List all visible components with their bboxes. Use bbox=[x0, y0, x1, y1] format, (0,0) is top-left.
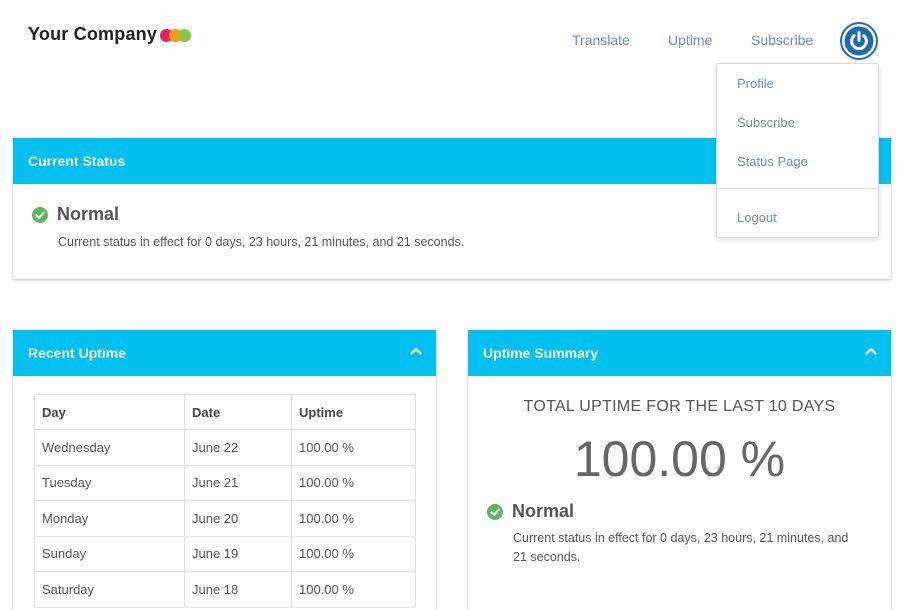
cell-date: June 19 bbox=[184, 535, 292, 572]
cell-uptime: 100.00 % bbox=[291, 571, 416, 608]
summary-status-label: Normal bbox=[512, 501, 575, 521]
power-icon bbox=[842, 24, 876, 58]
cell-day: Wednesday bbox=[34, 429, 185, 466]
cell-uptime: 100.00 % bbox=[291, 464, 416, 501]
column-header-day: Day bbox=[34, 394, 185, 430]
menu-item-logout[interactable]: Logout bbox=[737, 210, 777, 225]
nav-translate-link[interactable]: Translate bbox=[572, 32, 630, 48]
cell-date: June 21 bbox=[184, 464, 292, 501]
recent-uptime-title: Recent Uptime bbox=[28, 345, 127, 361]
cell-day: Sunday bbox=[34, 535, 185, 572]
cell-uptime: 100.00 % bbox=[291, 500, 416, 537]
summary-status-description: Current status in effect for 0 days, 23 … bbox=[513, 531, 849, 564]
cell-date: June 22 bbox=[184, 429, 292, 466]
chevron-up-icon[interactable] bbox=[865, 346, 877, 356]
cell-date: June 20 bbox=[184, 500, 292, 537]
brand-dot-green bbox=[178, 29, 192, 42]
current-status-description: Current status in effect for 0 days, 23 … bbox=[58, 235, 465, 249]
table-row: Sunday June 19 100.00 % bbox=[34, 535, 416, 572]
user-dropdown-menu: Profile Subscribe Status Page Logout bbox=[716, 63, 879, 238]
recent-uptime-panel: Recent Uptime Day Date Uptime Wednesday … bbox=[13, 330, 436, 610]
menu-item-status-page[interactable]: Status Page bbox=[737, 154, 808, 169]
brand-name: Your Company bbox=[28, 24, 158, 44]
menu-item-subscribe[interactable]: Subscribe bbox=[737, 115, 795, 130]
table-row: Tuesday June 21 100.00 % bbox=[34, 464, 416, 501]
column-header-date: Date bbox=[184, 394, 292, 430]
nav-uptime-link[interactable]: Uptime bbox=[668, 32, 712, 48]
user-menu-button[interactable] bbox=[840, 22, 878, 60]
current-status-label: Normal bbox=[57, 204, 120, 224]
uptime-summary-value: 100.00 % bbox=[573, 431, 786, 487]
current-status-row: Normal bbox=[32, 204, 119, 225]
nav-subscribe-link[interactable]: Subscribe bbox=[751, 32, 813, 48]
check-circle-icon bbox=[32, 206, 48, 223]
summary-status-row: Normal bbox=[487, 501, 574, 522]
cell-uptime: 100.00 % bbox=[291, 535, 416, 572]
table-row: Monday June 20 100.00 % bbox=[34, 500, 416, 537]
table-header-row: Day Date Uptime bbox=[34, 394, 416, 430]
chevron-up-icon[interactable] bbox=[410, 346, 422, 356]
uptime-summary-heading: TOTAL UPTIME FOR THE LAST 10 DAYS bbox=[523, 398, 836, 415]
cell-day: Tuesday bbox=[34, 464, 185, 501]
cell-day: Monday bbox=[34, 500, 185, 537]
recent-uptime-header: Recent Uptime bbox=[13, 330, 436, 376]
column-header-uptime: Uptime bbox=[291, 394, 416, 430]
uptime-summary-panel: Uptime Summary TOTAL UPTIME FOR THE LAST… bbox=[468, 330, 891, 610]
table-row: Wednesday June 22 100.00 % bbox=[34, 429, 416, 466]
menu-divider bbox=[717, 188, 878, 189]
cell-date: June 18 bbox=[184, 571, 292, 608]
brand-dots-icon bbox=[160, 29, 192, 42]
cell-uptime: 100.00 % bbox=[291, 429, 416, 466]
recent-uptime-table: Day Date Uptime Wednesday June 22 100.00… bbox=[34, 394, 416, 608]
check-circle-icon bbox=[487, 503, 503, 520]
uptime-summary-header: Uptime Summary bbox=[468, 330, 891, 376]
uptime-summary-title: Uptime Summary bbox=[483, 345, 599, 361]
cell-day: Saturday bbox=[34, 571, 185, 608]
brand-logo[interactable]: Your Company bbox=[28, 24, 192, 45]
table-row: Saturday June 18 100.00 % bbox=[34, 571, 416, 608]
menu-item-profile[interactable]: Profile bbox=[737, 76, 774, 91]
